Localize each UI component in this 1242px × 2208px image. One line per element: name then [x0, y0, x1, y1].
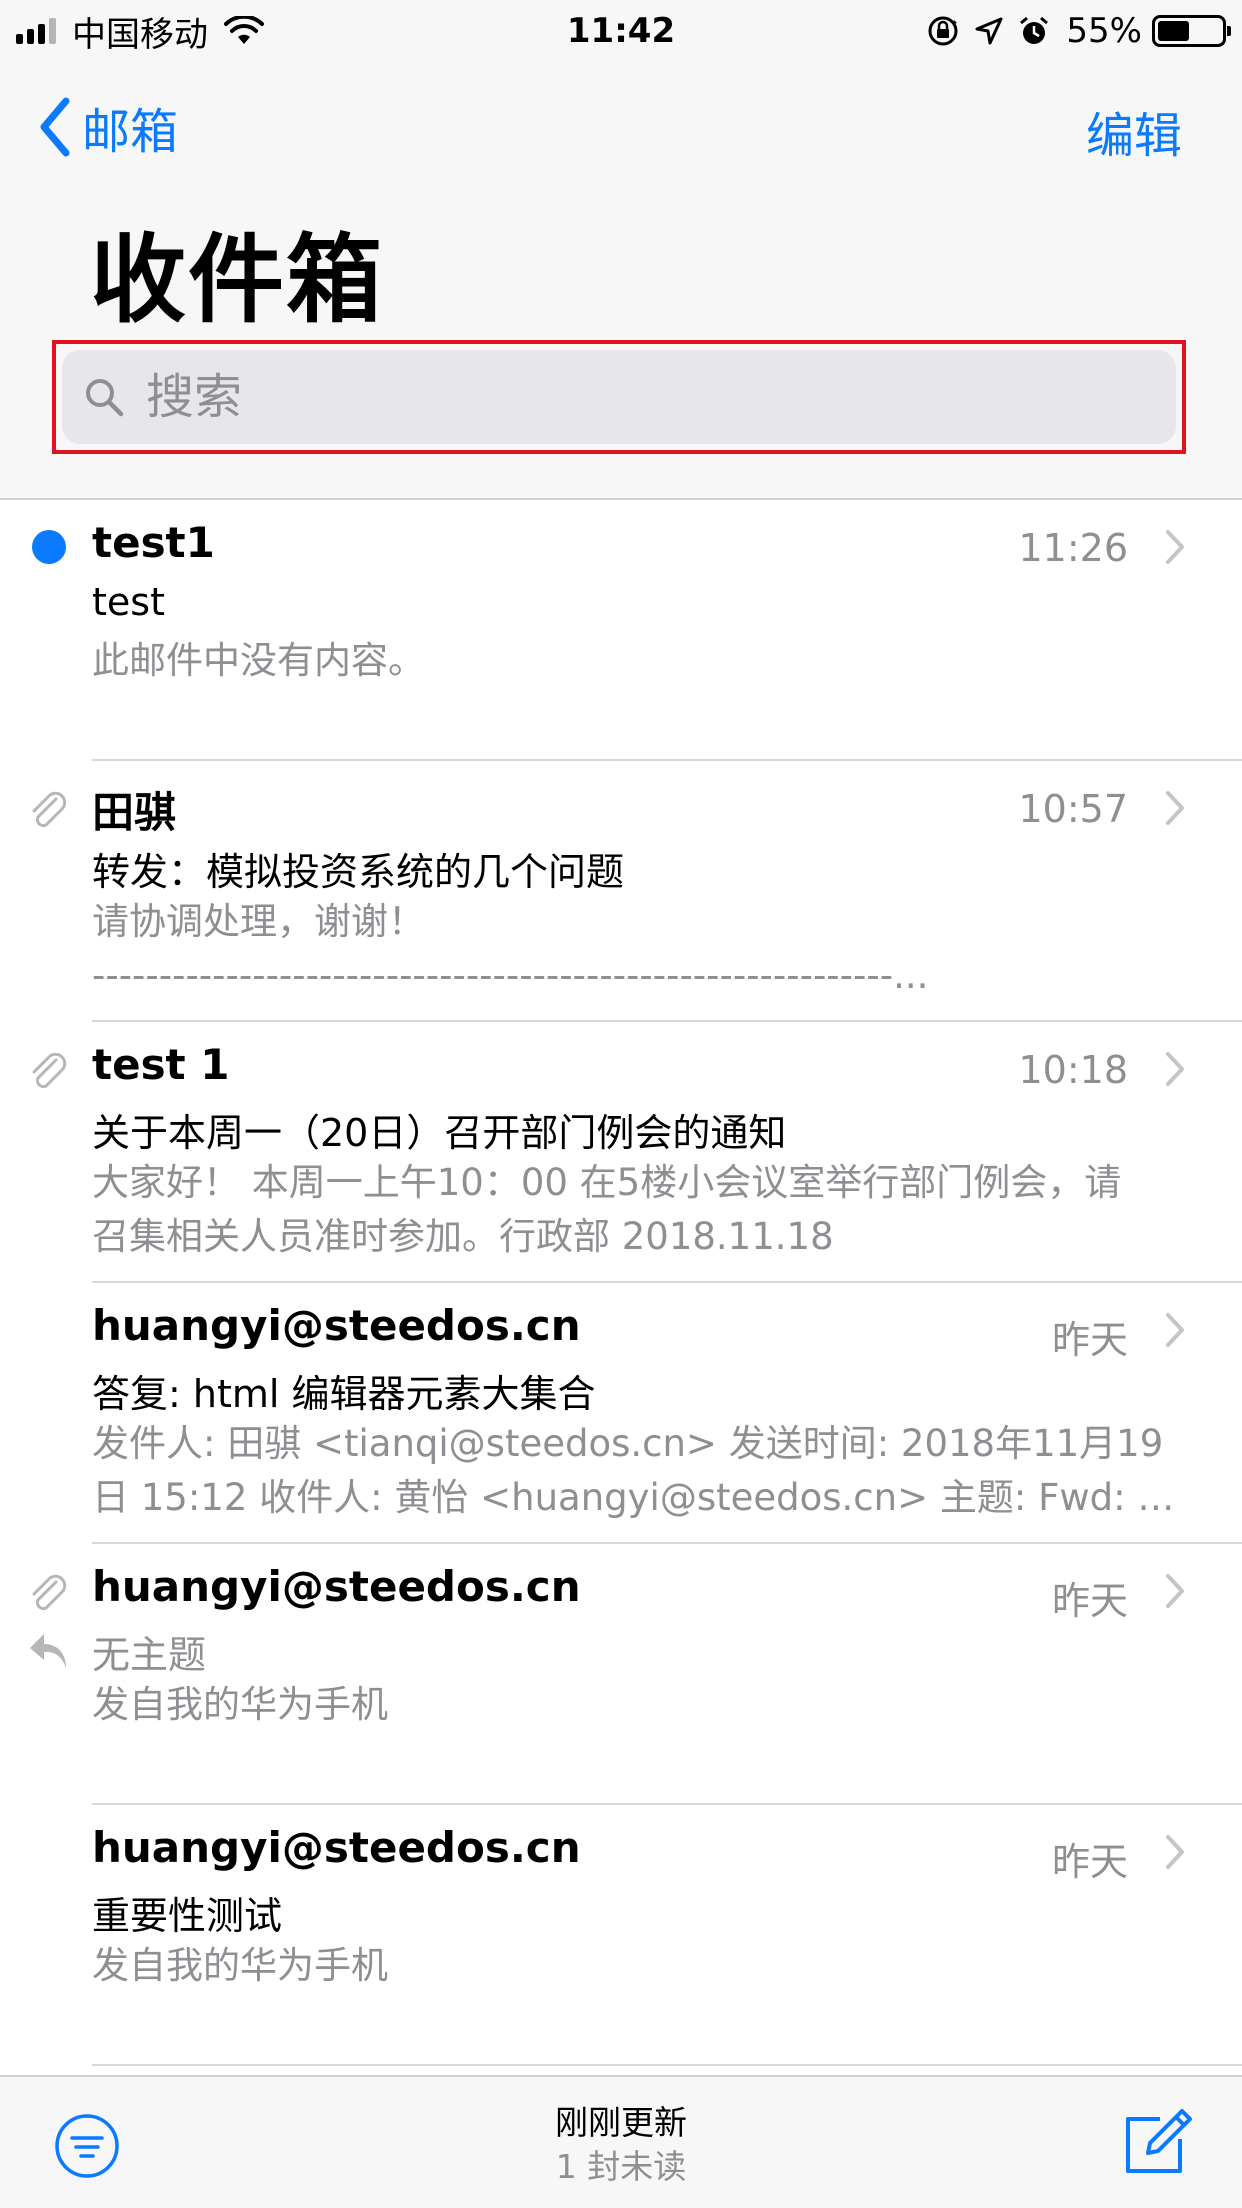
- edit-button[interactable]: 编辑: [1086, 96, 1182, 166]
- page-title: 收件箱: [90, 224, 384, 336]
- mail-time: 昨天: [1051, 1579, 1128, 1623]
- paperclip-icon: [32, 1052, 67, 1089]
- update-status: 刚刚更新: [555, 2103, 687, 2142]
- mail-item[interactable]: test1 11:26 test 此邮件中没有内容。: [0, 500, 1242, 761]
- mail-preview: 此邮件中没有内容。: [92, 634, 1184, 688]
- mail-sender: huangyi@steedos.cn: [92, 1823, 581, 1872]
- alarm-icon: [1020, 16, 1049, 44]
- status-right: 55%: [912, 10, 1231, 52]
- mail-sender: test 1: [92, 1040, 230, 1089]
- mail-preview-line: 日 15:12 收件人: 黄怡 <huangyi@steedos.cn> 主题:…: [92, 1476, 1184, 1519]
- mail-item[interactable]: huangyi@steedos.cn 昨天 无主题 发自我的华为手机: [0, 1544, 1242, 1805]
- unread-dot-icon: [32, 530, 66, 564]
- mail-time: 昨天: [1051, 1840, 1128, 1884]
- mail-preview-line: ----------------------------------------…: [92, 954, 929, 997]
- mail-preview-line: 此邮件中没有内容。: [92, 639, 425, 682]
- mail-time: 10:57: [1018, 787, 1128, 831]
- chevron-right-icon: [1166, 791, 1184, 825]
- mail-sender: 田骐: [92, 788, 177, 837]
- mail-preview: 大家好！ 本周一上午10：00 在5楼小会议室举行部门例会，请 召集相关人员准时…: [92, 1156, 1184, 1264]
- bottom-toolbar: 刚刚更新 1 封未读: [0, 2075, 1242, 2208]
- chevron-left-icon: [40, 97, 70, 157]
- mail-subject: 重要性测试: [92, 1894, 283, 1938]
- mail-item[interactable]: test 1 10:18 关于本周一（20日）召开部门例会的通知 大家好！ 本周…: [0, 1022, 1242, 1283]
- battery-level: [1158, 21, 1190, 41]
- search-highlight-frame: [52, 340, 1186, 454]
- unread-count: 1 封未读: [555, 2147, 687, 2186]
- mail-subject: 关于本周一（20日）召开部门例会的通知: [92, 1111, 787, 1155]
- mail-preview: 请协调处理，谢谢！ ------------------------------…: [92, 895, 1184, 1003]
- search-input[interactable]: [146, 369, 1046, 425]
- navigation-header: 邮箱 编辑 收件箱: [0, 62, 1242, 500]
- back-button-label: 邮箱: [82, 104, 179, 160]
- mail-app-screen: 中国移动 11:42 55% 邮箱 编辑 收件箱 搜索 test1 11:26 …: [0, 0, 1242, 2208]
- mail-subject: 无主题: [92, 1633, 207, 1677]
- mail-preview: 发自我的华为手机: [92, 1678, 1184, 1732]
- chevron-right-icon: [1166, 530, 1184, 564]
- search-icon: [86, 379, 124, 417]
- paperclip-icon: [32, 1574, 67, 1611]
- mail-preview-line: 召集相关人员准时参加。行政部 2018.11.18: [92, 1215, 834, 1258]
- mail-preview-line: 发件人: 田骐 <tianqi@steedos.cn> 发送时间: 2018年1…: [92, 1422, 1164, 1465]
- mail-preview: 发件人: 田骐 <tianqi@steedos.cn> 发送时间: 2018年1…: [92, 1417, 1184, 1525]
- search-bar[interactable]: [62, 350, 1176, 444]
- mail-item[interactable]: huangyi@steedos.cn 昨天 答复: html 编辑器元素大集合 …: [0, 1283, 1242, 1544]
- battery-icon: [1152, 15, 1231, 47]
- mail-time: 10:18: [1018, 1048, 1128, 1092]
- mail-preview-line: 大家好！ 本周一上午10：00 在5楼小会议室举行部门例会，请: [92, 1161, 1122, 1204]
- mail-preview: 发自我的华为手机: [92, 1939, 1184, 1993]
- mail-subject: 转发：模拟投资系统的几个问题: [92, 850, 625, 894]
- mail-list: test1 11:26 test 此邮件中没有内容。 田骐 10:57 转发：模…: [0, 500, 1242, 2066]
- mail-time: 昨天: [1051, 1318, 1128, 1362]
- orientation-lock-icon: [928, 16, 958, 46]
- chevron-right-icon: [1166, 1313, 1184, 1347]
- mail-sender: test1: [92, 518, 215, 567]
- battery-percent: 55%: [1066, 11, 1142, 51]
- mail-time: 11:26: [1018, 526, 1128, 570]
- mailbox-status: 刚刚更新 1 封未读: [0, 2101, 1242, 2189]
- mail-sender: huangyi@steedos.cn: [92, 1301, 581, 1350]
- mail-preview-line: 发自我的华为手机: [92, 1944, 388, 1987]
- mail-preview-line: 发自我的华为手机: [92, 1683, 388, 1726]
- mail-subject: 答复: html 编辑器元素大集合: [92, 1372, 596, 1416]
- mail-subject: test: [92, 580, 165, 624]
- mail-item[interactable]: 田骐 10:57 转发：模拟投资系统的几个问题 请协调处理，谢谢！ ------…: [0, 761, 1242, 1022]
- mail-sender: huangyi@steedos.cn: [92, 1562, 581, 1611]
- chevron-right-icon: [1166, 1574, 1184, 1608]
- chevron-right-icon: [1166, 1052, 1184, 1086]
- mail-item[interactable]: huangyi@steedos.cn 昨天 重要性测试 发自我的华为手机: [0, 1805, 1242, 2066]
- reply-arrow-icon: [30, 1634, 66, 1668]
- paperclip-icon: [32, 791, 67, 828]
- chevron-right-icon: [1166, 1835, 1184, 1869]
- back-button[interactable]: 邮箱: [36, 92, 178, 162]
- status-bar: 中国移动 11:42 55%: [0, 0, 1242, 62]
- row-divider: [92, 2064, 1242, 2066]
- compose-icon[interactable]: [1120, 2105, 1196, 2181]
- mail-preview-line: 请协调处理，谢谢！: [92, 900, 425, 943]
- location-icon: [975, 17, 1003, 45]
